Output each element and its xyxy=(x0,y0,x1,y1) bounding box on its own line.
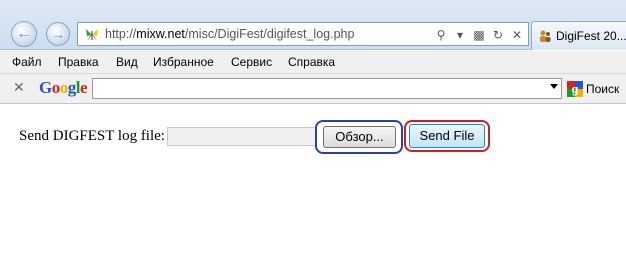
svg-text:g: g xyxy=(572,84,579,96)
stop-icon[interactable]: ✕ xyxy=(510,28,524,42)
back-arrow-icon[interactable]: ← xyxy=(11,21,37,47)
file-path-input[interactable] xyxy=(167,127,317,146)
page-content: Send DIGFEST log file: Обзор... Send Fil… xyxy=(0,105,626,271)
logo-letter: G xyxy=(39,78,52,97)
send-file-button[interactable]: Send File xyxy=(409,124,485,148)
address-bar[interactable]: http://mixw.net/misc/DigiFest/digifest_l… xyxy=(77,22,529,46)
chevron-down-icon[interactable] xyxy=(550,84,558,89)
close-icon[interactable]: ✕ xyxy=(13,79,25,96)
google-search-button[interactable]: Поиск xyxy=(586,82,619,96)
navigation-bar: ← → http://mixw.net/misc/DigiFest/digife… xyxy=(0,0,626,50)
menu-favorites[interactable]: Избранное xyxy=(153,55,214,69)
url-text: http://mixw.net/misc/DigiFest/digifest_l… xyxy=(105,27,354,41)
form-label: Send DIGFEST log file: xyxy=(19,128,165,144)
menu-help[interactable]: Справка xyxy=(288,55,335,69)
menu-tools[interactable]: Сервис xyxy=(231,55,272,69)
url-path: /misc/DigiFest/digifest_log.php xyxy=(184,27,355,41)
menu-view[interactable]: Вид xyxy=(116,55,138,69)
magnifier-icon[interactable]: ⚲ xyxy=(434,28,448,42)
refresh-icon[interactable]: ↻ xyxy=(491,28,505,42)
tab-title: DigiFest 20... xyxy=(556,29,626,43)
butterfly-icon xyxy=(86,29,98,41)
google-logo: Google xyxy=(39,78,88,98)
forward-arrow-icon[interactable]: → xyxy=(46,22,70,46)
browse-button[interactable]: Обзор... xyxy=(323,126,396,148)
menu-file[interactable]: Файл xyxy=(12,55,42,69)
logo-letter: o xyxy=(59,78,69,97)
browser-window: ← → http://mixw.net/misc/DigiFest/digife… xyxy=(0,0,626,271)
url-prefix: http:// xyxy=(105,27,137,41)
chevron-down-icon[interactable]: ▾ xyxy=(453,28,467,42)
google-search-icon[interactable]: g xyxy=(567,81,583,97)
address-bar-icons: ⚲ ▾ ▩ ↻ ✕ xyxy=(434,26,524,44)
logo-letter: e xyxy=(79,78,88,97)
menu-edit[interactable]: Правка xyxy=(58,55,99,69)
people-icon xyxy=(540,30,551,42)
logo-letter: g xyxy=(67,78,77,97)
url-domain: mixw.net xyxy=(136,27,185,41)
google-toolbar: ✕ Google g Поиск xyxy=(0,74,626,104)
google-search-input[interactable] xyxy=(92,78,562,99)
logo-letter: o xyxy=(51,78,61,97)
menu-bar: Файл Правка Вид Избранное Сервис Справка xyxy=(0,51,626,74)
compatibility-view-icon[interactable]: ▩ xyxy=(472,28,486,42)
browser-tab[interactable]: DigiFest 20... xyxy=(531,21,626,50)
